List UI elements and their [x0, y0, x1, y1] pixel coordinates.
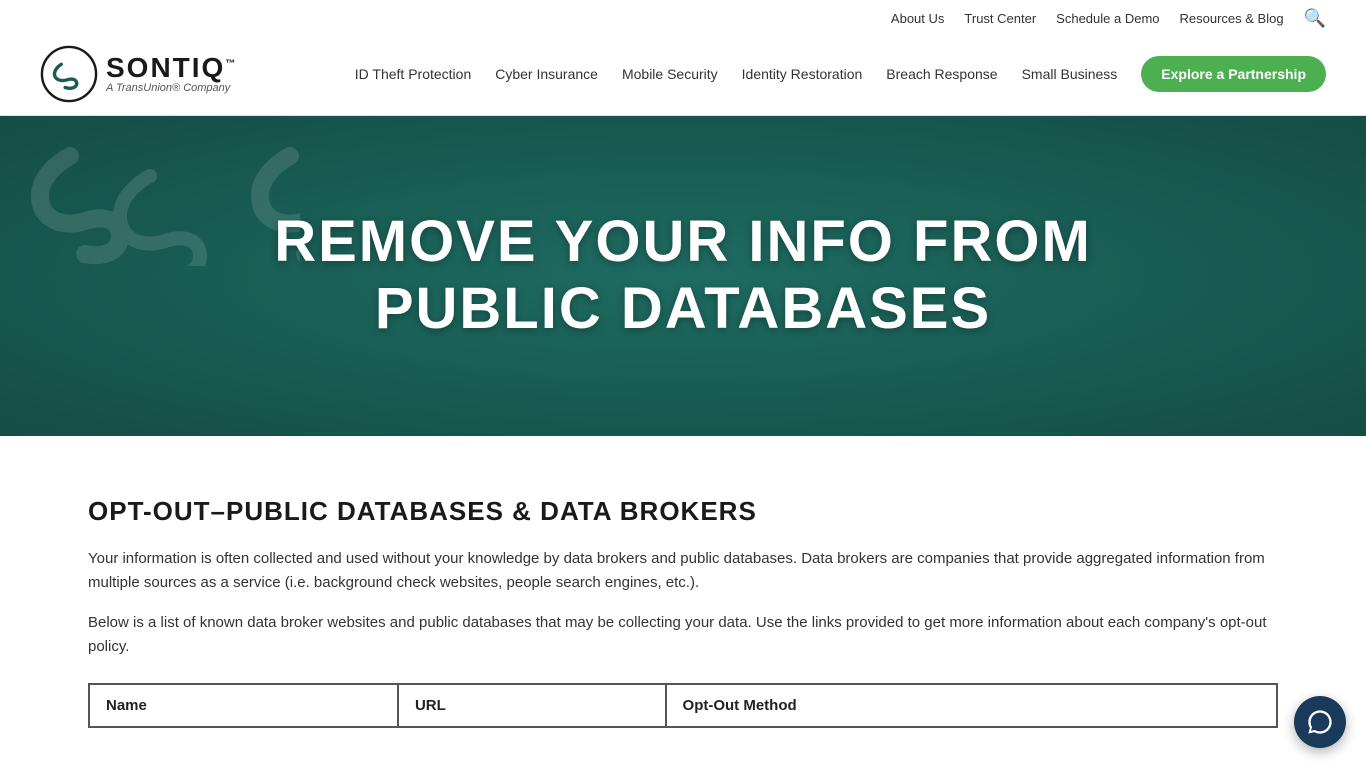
intro-paragraph-2: Below is a list of known data broker web…	[88, 611, 1268, 659]
section-heading: OPT-OUT–PUBLIC DATABASES & DATA BROKERS	[88, 496, 1278, 527]
chat-button[interactable]	[1294, 696, 1346, 748]
nav-mobile-security[interactable]: Mobile Security	[622, 66, 718, 82]
hero-content: REMOVE YOUR INFO FROM PUBLIC DATABASES	[193, 149, 1173, 402]
col-name: Name	[89, 684, 398, 727]
explore-partnership-btn[interactable]: Explore a Partnership	[1141, 56, 1326, 92]
brand-name: SONTIQ™	[106, 54, 237, 82]
nav-breach-response[interactable]: Breach Response	[886, 66, 997, 82]
logo-text: SONTIQ™ A TransUnion® Company	[106, 54, 237, 94]
col-url: URL	[398, 684, 666, 727]
intro-paragraph-1: Your information is often collected and …	[88, 547, 1268, 595]
logo[interactable]: SONTIQ™ A TransUnion® Company	[40, 45, 237, 103]
resources-blog-link[interactable]: Resources & Blog	[1180, 11, 1284, 26]
nav-cyber-insurance[interactable]: Cyber Insurance	[495, 66, 598, 82]
primary-nav: ID Theft Protection Cyber Insurance Mobi…	[355, 56, 1326, 92]
top-bar: About Us Trust Center Schedule a Demo Re…	[40, 0, 1326, 33]
col-opt-out: Opt-Out Method	[666, 684, 1277, 727]
search-icon[interactable]: 🔍	[1304, 8, 1326, 29]
table-header: Name URL Opt-Out Method	[89, 684, 1277, 727]
schedule-demo-link[interactable]: Schedule a Demo	[1056, 11, 1159, 26]
nav-bar: SONTIQ™ A TransUnion® Company ID Theft P…	[40, 33, 1326, 115]
opt-out-table: Name URL Opt-Out Method	[88, 683, 1278, 728]
nav-id-theft[interactable]: ID Theft Protection	[355, 66, 471, 82]
nav-identity-restoration[interactable]: Identity Restoration	[742, 66, 863, 82]
logo-icon	[40, 45, 98, 103]
trust-center-link[interactable]: Trust Center	[964, 11, 1036, 26]
about-us-link[interactable]: About Us	[891, 11, 944, 26]
hero-title: REMOVE YOUR INFO FROM PUBLIC DATABASES	[233, 209, 1133, 342]
brand-subtitle: A TransUnion® Company	[106, 82, 237, 94]
chat-icon	[1306, 708, 1334, 736]
table-header-row: Name URL Opt-Out Method	[89, 684, 1277, 727]
hero-section: REMOVE YOUR INFO FROM PUBLIC DATABASES	[0, 116, 1366, 436]
main-content: OPT-OUT–PUBLIC DATABASES & DATA BROKERS …	[0, 436, 1366, 768]
site-header: About Us Trust Center Schedule a Demo Re…	[0, 0, 1366, 116]
nav-small-business[interactable]: Small Business	[1022, 66, 1118, 82]
